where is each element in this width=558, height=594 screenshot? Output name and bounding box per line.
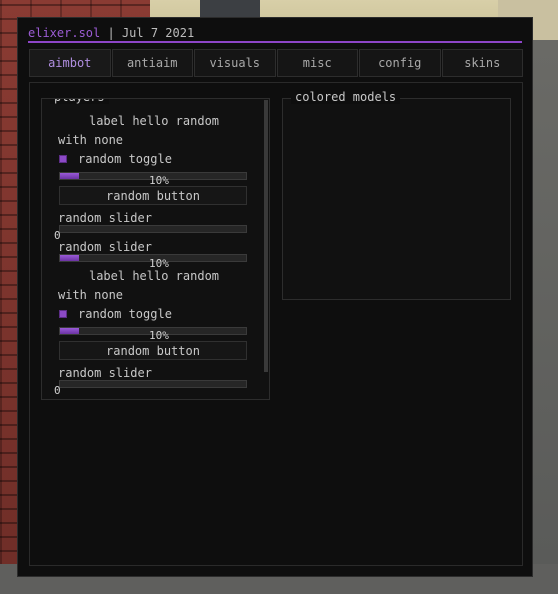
build-date: Jul 7 2021	[121, 26, 195, 40]
label-hello-random: label hello random	[88, 114, 220, 128]
slider-track[interactable]	[59, 380, 247, 388]
tab-bar: aimbot antiaim visuals misc config skins	[29, 49, 523, 77]
tab-antiaim[interactable]: antiaim	[111, 49, 193, 77]
tab-config[interactable]: config	[359, 49, 441, 77]
slider-label: random slider	[58, 211, 152, 225]
cheat-menu-window: elixer.sol | Jul 7 2021 aimbot antiaim v…	[17, 17, 533, 577]
group-colored-models: colored models	[282, 90, 511, 300]
tab-skins[interactable]: skins	[441, 49, 523, 77]
label-with-none: with none	[58, 133, 124, 147]
group-title: colored models	[291, 90, 401, 104]
random-button[interactable]: random button	[59, 341, 247, 360]
checkbox[interactable]	[59, 155, 67, 163]
checkbox[interactable]	[59, 310, 67, 318]
progress-fill	[60, 328, 79, 334]
toggle-label: random toggle	[78, 152, 172, 166]
label-hello-random: label hello random	[88, 269, 220, 283]
label-with-none: with none	[58, 288, 124, 302]
slider-track[interactable]	[59, 225, 247, 233]
tab-visuals[interactable]: visuals	[194, 49, 276, 77]
brand-name: elixer.sol	[28, 26, 101, 40]
slider-label: random slider	[58, 366, 152, 380]
tab-aimbot[interactable]: aimbot	[29, 49, 111, 77]
scrollbar[interactable]	[264, 100, 268, 372]
group-title: players	[50, 99, 109, 104]
tab-content: players label hello random with none ran…	[29, 82, 523, 566]
slider-value: 0	[54, 384, 61, 397]
slider-label: random slider	[58, 240, 152, 254]
progress-fill	[60, 173, 79, 179]
group-players: players label hello random with none ran…	[41, 98, 270, 400]
random-button[interactable]: random button	[59, 186, 247, 205]
toggle-label: random toggle	[78, 307, 172, 321]
slider-fill	[60, 255, 79, 261]
accent-line	[28, 41, 522, 43]
tab-misc[interactable]: misc	[276, 49, 358, 77]
window-title: elixer.sol | Jul 7 2021	[28, 26, 194, 40]
title-separator: |	[100, 26, 122, 40]
